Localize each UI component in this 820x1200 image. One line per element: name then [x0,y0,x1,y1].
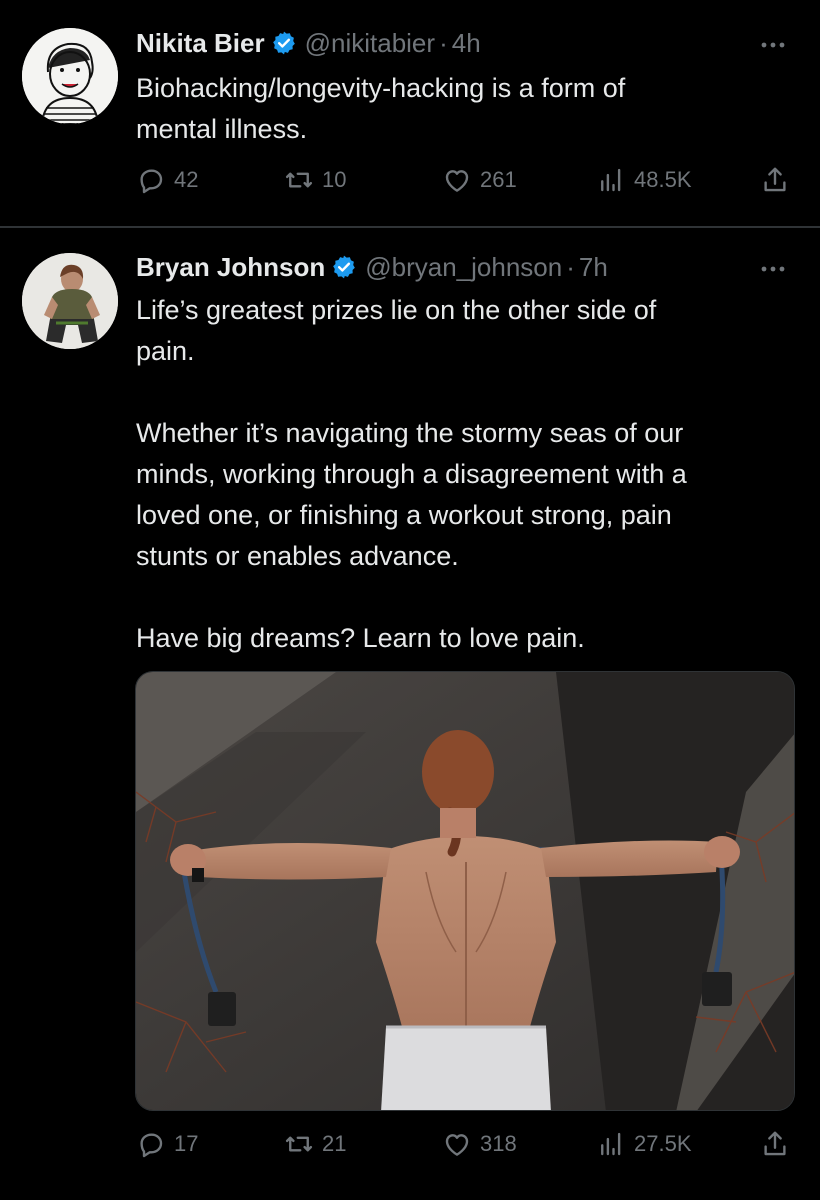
tweet-header: Bryan Johnson @bryan_johnson · 7h [136,250,608,284]
more-icon[interactable] [756,30,790,60]
tweet-actions: 42 10 261 48.5K [136,162,796,198]
like-icon [445,1134,469,1156]
tweet-header: Nikita Bier @nikitabier · 4h [136,26,481,60]
separator-dot: · [566,251,575,282]
reply-button[interactable]: 17 [136,1126,198,1162]
share-icon [764,167,786,192]
like-button[interactable]: 261 [442,162,517,198]
views-count: 27.5K [634,1131,692,1156]
retweet-count: 21 [322,1131,347,1156]
tweet-image[interactable] [135,671,795,1111]
like-icon [445,170,469,192]
views-button[interactable]: 48.5K [596,162,692,198]
retweet-icon [285,1136,313,1152]
verified-badge-icon [271,30,297,56]
retweet-icon [285,172,313,188]
retweet-button[interactable]: 21 [284,1126,346,1162]
like-button[interactable]: 318 [442,1126,517,1162]
views-count: 48.5K [634,167,692,192]
author-handle[interactable]: @bryan_johnson [365,252,562,283]
workout-photo [136,672,794,1110]
author-name[interactable]: Bryan Johnson [136,252,325,283]
author-handle[interactable]: @nikitabier [305,28,435,59]
tweet-text: Life’s greatest prizes lie on the other … [136,295,687,653]
author-name[interactable]: Nikita Bier [136,28,265,59]
reply-icon [140,1133,163,1158]
reply-count: 42 [174,167,199,192]
avatar[interactable] [22,28,118,124]
reply-icon [140,169,163,194]
tweet[interactable]: Nikita Bier @nikitabier · 4h Biohacking/… [0,0,820,226]
like-count: 318 [480,1131,517,1156]
avatar[interactable] [22,253,118,349]
share-icon [764,1131,786,1156]
reply-count: 17 [174,1131,199,1156]
share-button[interactable] [760,162,790,198]
views-icon [601,168,621,192]
verified-badge-icon [331,254,357,280]
timestamp[interactable]: 7h [579,252,608,283]
like-count: 261 [480,167,517,192]
more-icon[interactable] [756,254,790,284]
reply-button[interactable]: 42 [136,162,198,198]
separator-dot: · [439,27,448,58]
views-button[interactable]: 27.5K [596,1126,692,1162]
views-icon [601,1132,621,1156]
tweet-text: Biohacking/longevity-hacking is a form o… [136,73,626,144]
tweet[interactable]: Bryan Johnson @bryan_johnson · 7h Life’s… [0,228,820,1200]
share-button[interactable] [760,1126,790,1162]
tweet-actions: 17 21 318 27.5K [136,1126,796,1162]
retweet-count: 10 [322,167,347,192]
retweet-button[interactable]: 10 [284,162,346,198]
timestamp[interactable]: 4h [452,28,481,59]
